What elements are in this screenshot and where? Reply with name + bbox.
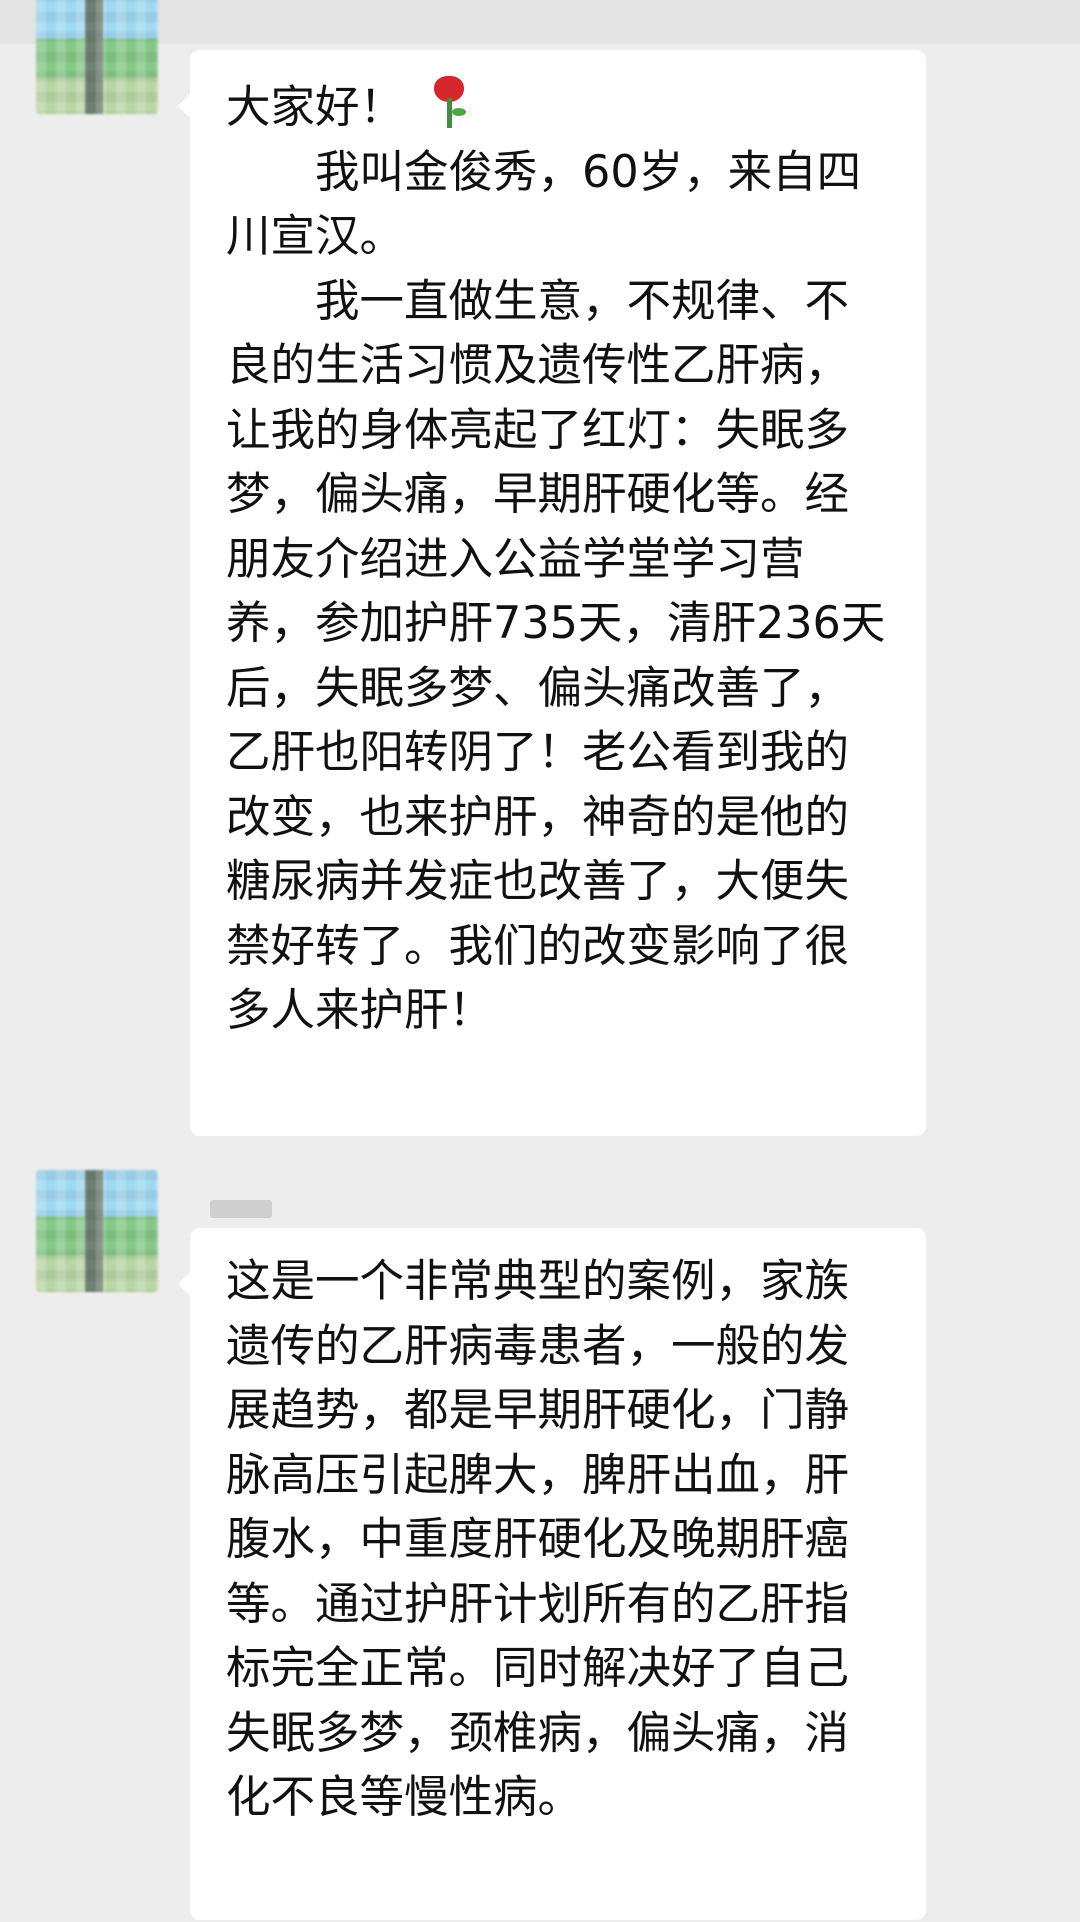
message-bubble[interactable]: 这是一个非常典型的案例，家族遗传的乙肝病毒患者，一般的发展趋势，都是早期肝硬化，… xyxy=(178,1228,926,1920)
avatar[interactable] xyxy=(36,0,158,114)
message-paragraph: 我叫金俊秀，60岁，来自四川宣汉。 xyxy=(226,146,862,263)
message-paragraph: 我一直做生意，不规律、不良的生活习惯及遗传性乙肝病，让我的身体亮起了红灯：失眠多… xyxy=(226,275,886,1037)
rose-icon xyxy=(430,72,470,130)
message-bubble[interactable]: 大家好！ 我叫金俊秀，60岁，来自四川宣汉。 我一直做生意，不规律、不良的生活习… xyxy=(178,50,926,1136)
top-bar xyxy=(0,0,1080,44)
message-greeting: 大家好！ xyxy=(226,72,890,141)
avatar[interactable] xyxy=(36,1170,158,1292)
message-paragraph: 这是一个非常典型的案例，家族遗传的乙肝病毒患者，一般的发展趋势，都是早期肝硬化，… xyxy=(226,1256,850,1823)
sender-name-redacted xyxy=(210,1200,272,1218)
